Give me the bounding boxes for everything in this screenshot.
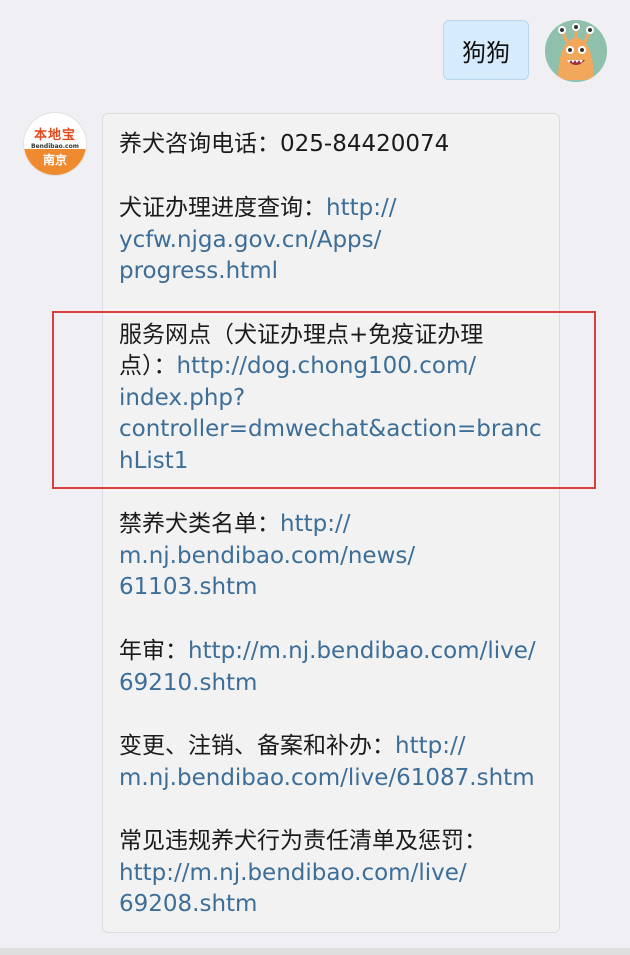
city-label: 南京 [24,149,86,175]
monster-avatar-icon [545,20,607,82]
progress-line: 犬证办理进度查询：http:// [119,193,396,225]
bottom-divider [0,948,630,955]
change-line: 变更、注销、备案和补办：http:// [119,731,465,763]
user-message-text: 狗狗 [462,38,510,67]
change-link-part-2[interactable]: m.nj.bendibao.com/live/61087.shtm [119,763,535,795]
logo-text: 本地宝 [33,128,76,143]
progress-link-part-1[interactable]: http:// [326,195,396,221]
violation-link-part-1[interactable]: http://m.nj.bendibao.com/live/ [119,858,467,890]
highlight-annotation-box [52,311,596,489]
bendibao-logo: 本地宝 Bendibao.com [24,113,86,151]
user-message-bubble[interactable]: 狗狗 [443,20,529,80]
violation-link-part-2[interactable]: 69208.shtm [119,889,257,921]
annual-label: 年审： [119,638,188,664]
banned-line: 禁养犬类名单：http:// [119,509,350,541]
annual-line: 年审：http://m.nj.bendibao.com/live/ [119,636,536,668]
change-link-part-1[interactable]: http:// [395,733,465,759]
change-label: 变更、注销、备案和补办： [119,733,395,759]
progress-link-part-3[interactable]: progress.html [119,256,278,288]
violation-label: 常见违规养犬行为责任清单及惩罚： [119,828,487,854]
annual-link-part-2[interactable]: 69210.shtm [119,668,257,700]
progress-link-part-2[interactable]: ycfw.njga.gov.cn/Apps/ [119,225,381,257]
bot-avatar[interactable]: 本地宝 Bendibao.com 南京 [24,113,86,175]
hotline-text: 养犬咨询电话：025-84420074 [119,131,450,157]
user-avatar[interactable] [545,20,607,82]
progress-label: 犬证办理进度查询： [119,195,326,221]
banned-link-part-2[interactable]: m.nj.bendibao.com/news/ [119,541,415,573]
annual-link-part-1[interactable]: http://m.nj.bendibao.com/live/ [188,638,536,664]
banned-link-part-3[interactable]: 61103.shtm [119,572,257,604]
banned-link-part-1[interactable]: http:// [280,511,350,537]
banned-label: 禁养犬类名单： [119,511,280,537]
